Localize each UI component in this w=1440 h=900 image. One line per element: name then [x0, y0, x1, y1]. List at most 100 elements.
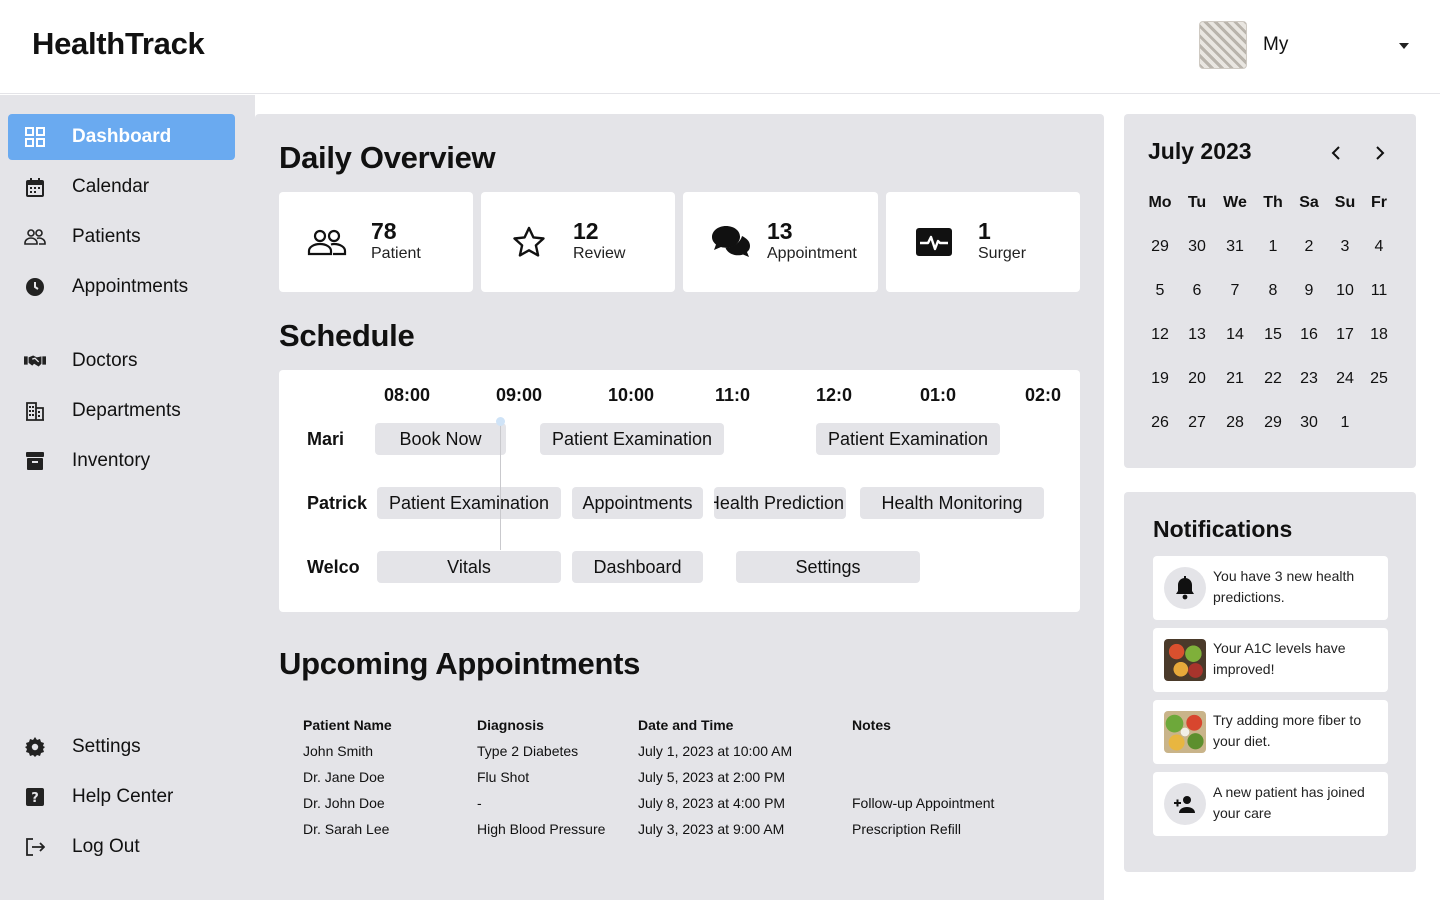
event-chip-book-now[interactable]: Book Now	[375, 423, 506, 455]
stat-card-patients[interactable]: 78 Patient	[279, 192, 473, 292]
calendar-day[interactable]: 13	[1180, 321, 1214, 349]
calendar-day[interactable]: 4	[1362, 233, 1396, 261]
calendar-day[interactable]: 2	[1292, 233, 1326, 261]
notification-item[interactable]: You have 3 new health predictions.	[1153, 556, 1388, 620]
calendar-day[interactable]: 21	[1218, 365, 1252, 393]
stat-value: 78	[371, 218, 397, 244]
notification-item[interactable]: Your A1C levels have improved!	[1153, 628, 1388, 692]
chevron-left-icon[interactable]	[1324, 142, 1348, 164]
sidebar-item-appointments[interactable]: Appointments	[8, 264, 235, 310]
sidebar-item-settings[interactable]: Settings	[8, 724, 235, 770]
event-chip-patient-examination[interactable]: Patient Examination	[816, 423, 1000, 455]
column-header: Diagnosis	[477, 717, 544, 733]
chevron-right-icon[interactable]	[1368, 142, 1392, 164]
event-chip-health-monitoring[interactable]: Health Monitoring	[860, 487, 1044, 519]
star-icon	[507, 222, 551, 262]
calendar-day[interactable]: 31	[1218, 233, 1252, 261]
sidebar-item-help-center[interactable]: ? Help Center	[8, 774, 235, 820]
schedule-row-name: Welco	[307, 557, 360, 577]
calendar-day[interactable]: 5	[1143, 277, 1177, 305]
notification-text: Try adding more fiber to your diet.	[1213, 712, 1362, 749]
calendar-day[interactable]: 8	[1256, 277, 1290, 305]
calendar-day[interactable]: 25	[1362, 365, 1396, 393]
stat-value: 13	[767, 218, 793, 244]
schedule-row-name: Mari	[307, 429, 345, 449]
event-chip-patient-examination[interactable]: Patient Examination	[540, 423, 724, 455]
event-chip-health-prediction[interactable]: Health Prediction	[714, 487, 846, 519]
calendar-day[interactable]: 17	[1328, 321, 1362, 349]
daily-overview-title: Daily Overview	[279, 140, 496, 175]
event-chip-patient-examination[interactable]: Patient Examination	[377, 487, 561, 519]
notification-item[interactable]: Try adding more fiber to your diet.	[1153, 700, 1388, 764]
event-chip-dashboard[interactable]: Dashboard	[572, 551, 703, 583]
calendar-day[interactable]: 22	[1256, 365, 1290, 393]
calendar-day[interactable]: 27	[1180, 409, 1214, 437]
sidebar-item-doctors[interactable]: Doctors	[8, 338, 235, 384]
avatar[interactable]	[1199, 21, 1247, 69]
sidebar-item-label: Calendar	[72, 176, 150, 197]
column-header: Notes	[852, 717, 891, 733]
calendar-day[interactable]: 19	[1143, 365, 1177, 393]
cell-patient-name: Dr. John Doe	[303, 795, 385, 811]
time-label: 09:00	[496, 385, 543, 405]
sidebar-item-patients[interactable]: Patients	[8, 214, 235, 260]
clock-icon	[24, 277, 46, 297]
calendar-day[interactable]: 26	[1143, 409, 1177, 437]
current-time-handle[interactable]	[496, 417, 505, 426]
sidebar-item-inventory[interactable]: Inventory	[8, 438, 235, 484]
calendar-month-title: July 2023	[1148, 138, 1252, 164]
calendar-day[interactable]: 29	[1143, 233, 1177, 261]
calendar-day[interactable]: 6	[1180, 277, 1214, 305]
stat-card-surgeries[interactable]: 1 Surger	[886, 192, 1080, 292]
weekday-label: Mo	[1148, 194, 1172, 211]
calendar-day[interactable]: 3	[1328, 233, 1362, 261]
calendar-day[interactable]: 30	[1180, 233, 1214, 261]
calendar-day[interactable]: 18	[1362, 321, 1396, 349]
calendar-day[interactable]: 14	[1218, 321, 1252, 349]
event-chip-settings[interactable]: Settings	[736, 551, 920, 583]
current-time-line[interactable]	[500, 422, 501, 550]
event-chip-appointments[interactable]: Appointments	[572, 487, 703, 519]
calendar-day[interactable]: 23	[1292, 365, 1326, 393]
calendar-icon	[24, 177, 46, 197]
calendar-day[interactable]: 20	[1180, 365, 1214, 393]
weekday-label: Th	[1263, 194, 1283, 211]
stat-label: Patient	[371, 245, 421, 262]
sidebar-item-label: Inventory	[72, 450, 151, 471]
cell-diagnosis: Flu Shot	[477, 769, 530, 785]
weekday-label: Tu	[1187, 194, 1207, 211]
sidebar-item-label: Help Center	[72, 786, 174, 807]
upcoming-appointments-title: Upcoming Appointments	[279, 646, 641, 681]
notification-text: A new patient has joined your care	[1213, 784, 1365, 821]
notification-item[interactable]: A new patient has joined your care	[1153, 772, 1388, 836]
event-chip-vitals[interactable]: Vitals	[377, 551, 561, 583]
calendar-day[interactable]: 11	[1362, 277, 1396, 305]
time-label: 12:0	[816, 385, 853, 405]
calendar-day[interactable]: 15	[1256, 321, 1290, 349]
stat-card-reviews[interactable]: 12 Review	[481, 192, 675, 292]
calendar-day[interactable]: 12	[1143, 321, 1177, 349]
calendar-day[interactable]: 9	[1292, 277, 1326, 305]
calendar-day[interactable]: 24	[1328, 365, 1362, 393]
calendar-day[interactable]: 16	[1292, 321, 1326, 349]
calendar-day[interactable]: 7	[1218, 277, 1252, 305]
bell-icon	[1164, 567, 1206, 609]
sidebar-item-calendar[interactable]: Calendar	[8, 164, 235, 210]
weekday-label: Fr	[1371, 194, 1387, 211]
brand-logo[interactable]: HealthTrack	[32, 26, 205, 62]
time-label: 01:0	[920, 385, 957, 405]
sidebar-item-label: Log Out	[72, 836, 140, 857]
sidebar-item-dashboard[interactable]: Dashboard	[8, 114, 235, 160]
sidebar-item-departments[interactable]: Departments	[8, 388, 235, 434]
cell-diagnosis: High Blood Pressure	[477, 821, 606, 837]
calendar-day[interactable]: 1	[1256, 233, 1290, 261]
calendar-day[interactable]: 29	[1256, 409, 1290, 437]
user-menu[interactable]: My	[1199, 21, 1419, 69]
calendar-day[interactable]: 28	[1218, 409, 1252, 437]
sidebar-item-log-out[interactable]: Log Out	[8, 824, 235, 870]
stat-card-appointments[interactable]: 13 Appointment	[683, 192, 878, 292]
calendar-day[interactable]: 1	[1328, 409, 1362, 437]
calendar-day[interactable]: 10	[1328, 277, 1362, 305]
caret-down-icon[interactable]	[1399, 43, 1409, 49]
calendar-day[interactable]: 30	[1292, 409, 1326, 437]
